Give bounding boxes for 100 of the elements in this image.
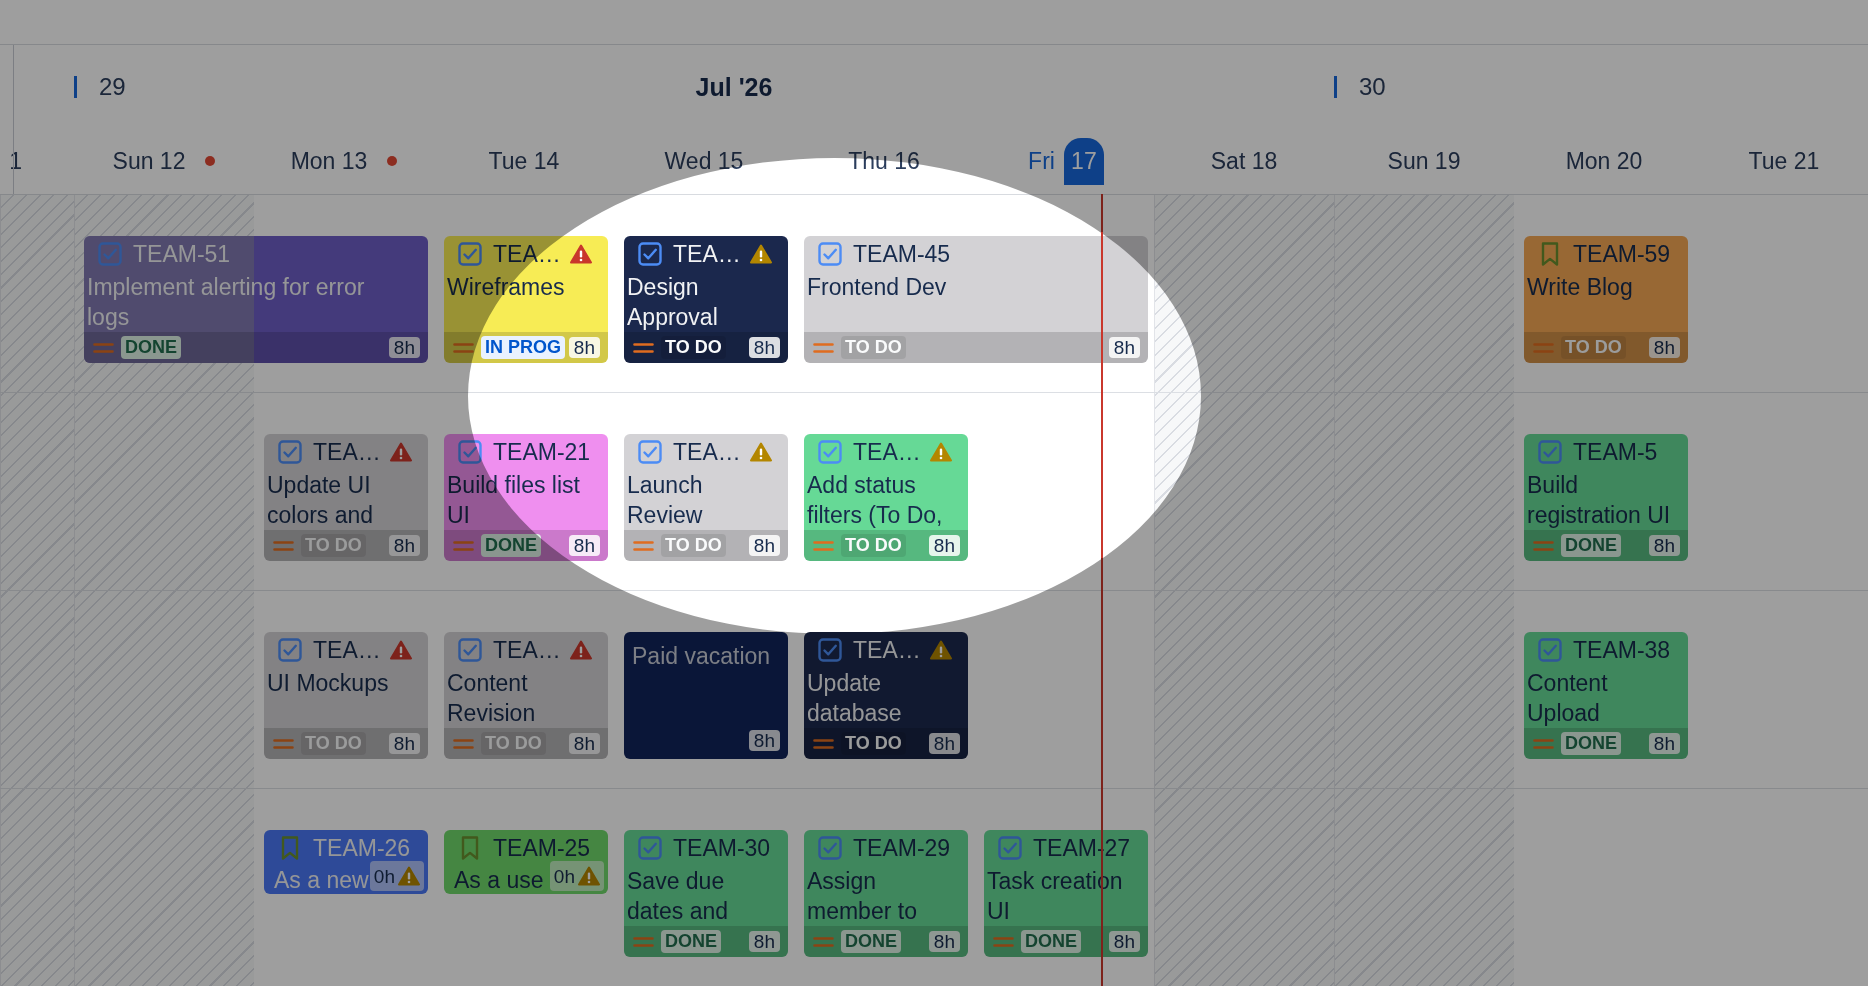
status-lozenge: TO DO: [1561, 336, 1626, 359]
issue-key: TEAM-51: [133, 242, 231, 266]
checkbox-icon: [458, 440, 482, 464]
absence-card[interactable]: Paid vacation 8h: [624, 632, 788, 759]
equals-icon: [453, 341, 474, 354]
card-title: Design Approval: [626, 273, 719, 332]
task-card[interactable]: TEAM-30 Save due dates and DONE 8h: [624, 830, 788, 957]
issue-key: TEA…: [853, 440, 921, 464]
estimate-tag: 8h: [1648, 733, 1680, 754]
status-lozenge: DONE: [1561, 534, 1621, 557]
today-badge: 17: [1063, 137, 1104, 185]
status-lozenge: DONE: [841, 930, 901, 953]
issue-key: TEAM-5: [1573, 440, 1658, 464]
issue-key: TEAM-38: [1573, 638, 1671, 662]
month-label: Jul '26: [695, 71, 773, 102]
issue-key: TEA…: [313, 440, 381, 464]
story-card[interactable]: TEAM-25 As a use 0h: [444, 830, 608, 894]
equals-icon: [633, 935, 654, 948]
estimate-tag: 8h: [748, 337, 780, 358]
status-lozenge: DONE: [1021, 930, 1081, 953]
issue-key: TEA…: [493, 638, 561, 662]
day-label: Sun 12: [112, 147, 186, 175]
story-card[interactable]: TEAM-59 Write Blog TO DO 8h: [1524, 236, 1688, 363]
card-title: Content Revision: [446, 669, 537, 728]
task-card[interactable]: TEA… Add status filters (To Do, TO DO 8h: [804, 434, 968, 561]
day-label: Wed 15: [664, 147, 744, 175]
equals-icon: [993, 935, 1014, 948]
card-title: Assign member to: [806, 867, 918, 926]
status-lozenge: TO DO: [841, 534, 906, 557]
estimate-value: 0h: [373, 865, 395, 887]
bookmark-icon: [460, 836, 480, 860]
equals-icon: [273, 539, 294, 552]
estimate-tag: 8h: [568, 733, 600, 754]
equals-icon: [813, 935, 834, 948]
issue-key: TEA…: [673, 440, 741, 464]
estimate-tag: 8h: [388, 337, 420, 358]
checkbox-icon: [998, 836, 1022, 860]
issue-key: TEA…: [313, 638, 381, 662]
day-label: Mon 20: [1565, 147, 1643, 175]
estimate-tag: 8h: [568, 337, 600, 358]
equals-icon: [1533, 341, 1554, 354]
warning-icon: [398, 866, 420, 886]
equals-icon: [813, 341, 834, 354]
day-label: Sat 18: [1210, 147, 1278, 175]
status-lozenge: IN PROG: [481, 336, 565, 359]
status-lozenge: TO DO: [661, 534, 726, 557]
task-card[interactable]: TEA… Design Approval TO DO 8h: [624, 236, 788, 363]
task-card[interactable]: TEAM-29 Assign member to DONE 8h: [804, 830, 968, 957]
card-title: Add status filters (To Do,: [806, 471, 944, 530]
estimate-tag: 8h: [748, 535, 780, 556]
card-title: As a use: [453, 866, 544, 894]
task-card[interactable]: TEA… Update database TO DO 8h: [804, 632, 968, 759]
card-title: Implement alerting for error logs: [86, 273, 366, 332]
bookmark-icon: [1540, 242, 1560, 266]
equals-icon: [633, 341, 654, 354]
card-title: Save due dates and: [626, 867, 730, 926]
card-title: Content Upload: [1526, 669, 1609, 728]
status-lozenge: DONE: [1561, 732, 1621, 755]
estimate-tag: 8h: [1648, 337, 1680, 358]
card-title: Update UI colors and: [266, 471, 375, 530]
week-start-icon: [74, 75, 77, 98]
issue-key: TEAM-26: [313, 836, 411, 860]
equals-icon: [453, 737, 474, 750]
checkbox-icon: [458, 638, 482, 662]
task-card[interactable]: TEAM-5 Build registration UI DONE 8h: [1524, 434, 1688, 561]
estimate-tag: 8h: [388, 535, 420, 556]
issue-key: TEA…: [673, 242, 741, 266]
equals-icon: [633, 539, 654, 552]
estimate-tag: 8h: [568, 535, 600, 556]
issue-key: TEAM-30: [673, 836, 771, 860]
status-lozenge: TO DO: [841, 336, 906, 359]
issue-key: TEAM-25: [493, 836, 591, 860]
task-card[interactable]: TEAM-38 Content Upload DONE 8h: [1524, 632, 1688, 759]
checkbox-icon: [98, 242, 122, 266]
estimate-tag: 8h: [928, 931, 960, 952]
bookmark-icon: [280, 836, 300, 860]
issue-key: TEA…: [853, 638, 921, 662]
equals-icon: [813, 539, 834, 552]
day-label: Sun 19: [1387, 147, 1461, 175]
week-number: 30: [1359, 72, 1386, 101]
task-card[interactable]: TEA… Launch Review TO DO 8h: [624, 434, 788, 561]
warning-icon: [930, 640, 952, 660]
story-card[interactable]: TEAM-26 As a new 0h: [264, 830, 428, 894]
day-label: Mon 13: [290, 147, 368, 175]
task-card[interactable]: TEAM-51 Implement alerting for error logs DONE 8h: [84, 236, 428, 363]
estimate-tag: 8h: [1108, 931, 1140, 952]
checkbox-icon: [638, 440, 662, 464]
card-title: Launch Review: [626, 471, 704, 530]
card-title: Build files list UI: [446, 471, 581, 530]
card-title: Write Blog: [1526, 273, 1634, 302]
checkbox-icon: [638, 836, 662, 860]
checkbox-icon: [458, 242, 482, 266]
equals-icon: [93, 341, 114, 354]
issue-key: TEAM-45: [853, 242, 951, 266]
estimate-tag: 8h: [748, 931, 780, 952]
warning-icon: [570, 244, 592, 264]
warning-icon: [570, 640, 592, 660]
task-card[interactable]: TEAM-21 Build files list UI DONE 8h: [444, 434, 608, 561]
card-title: Frontend Dev: [806, 273, 948, 302]
task-card[interactable]: TEAM-45 Frontend Dev TO DO 8h: [804, 236, 1148, 363]
